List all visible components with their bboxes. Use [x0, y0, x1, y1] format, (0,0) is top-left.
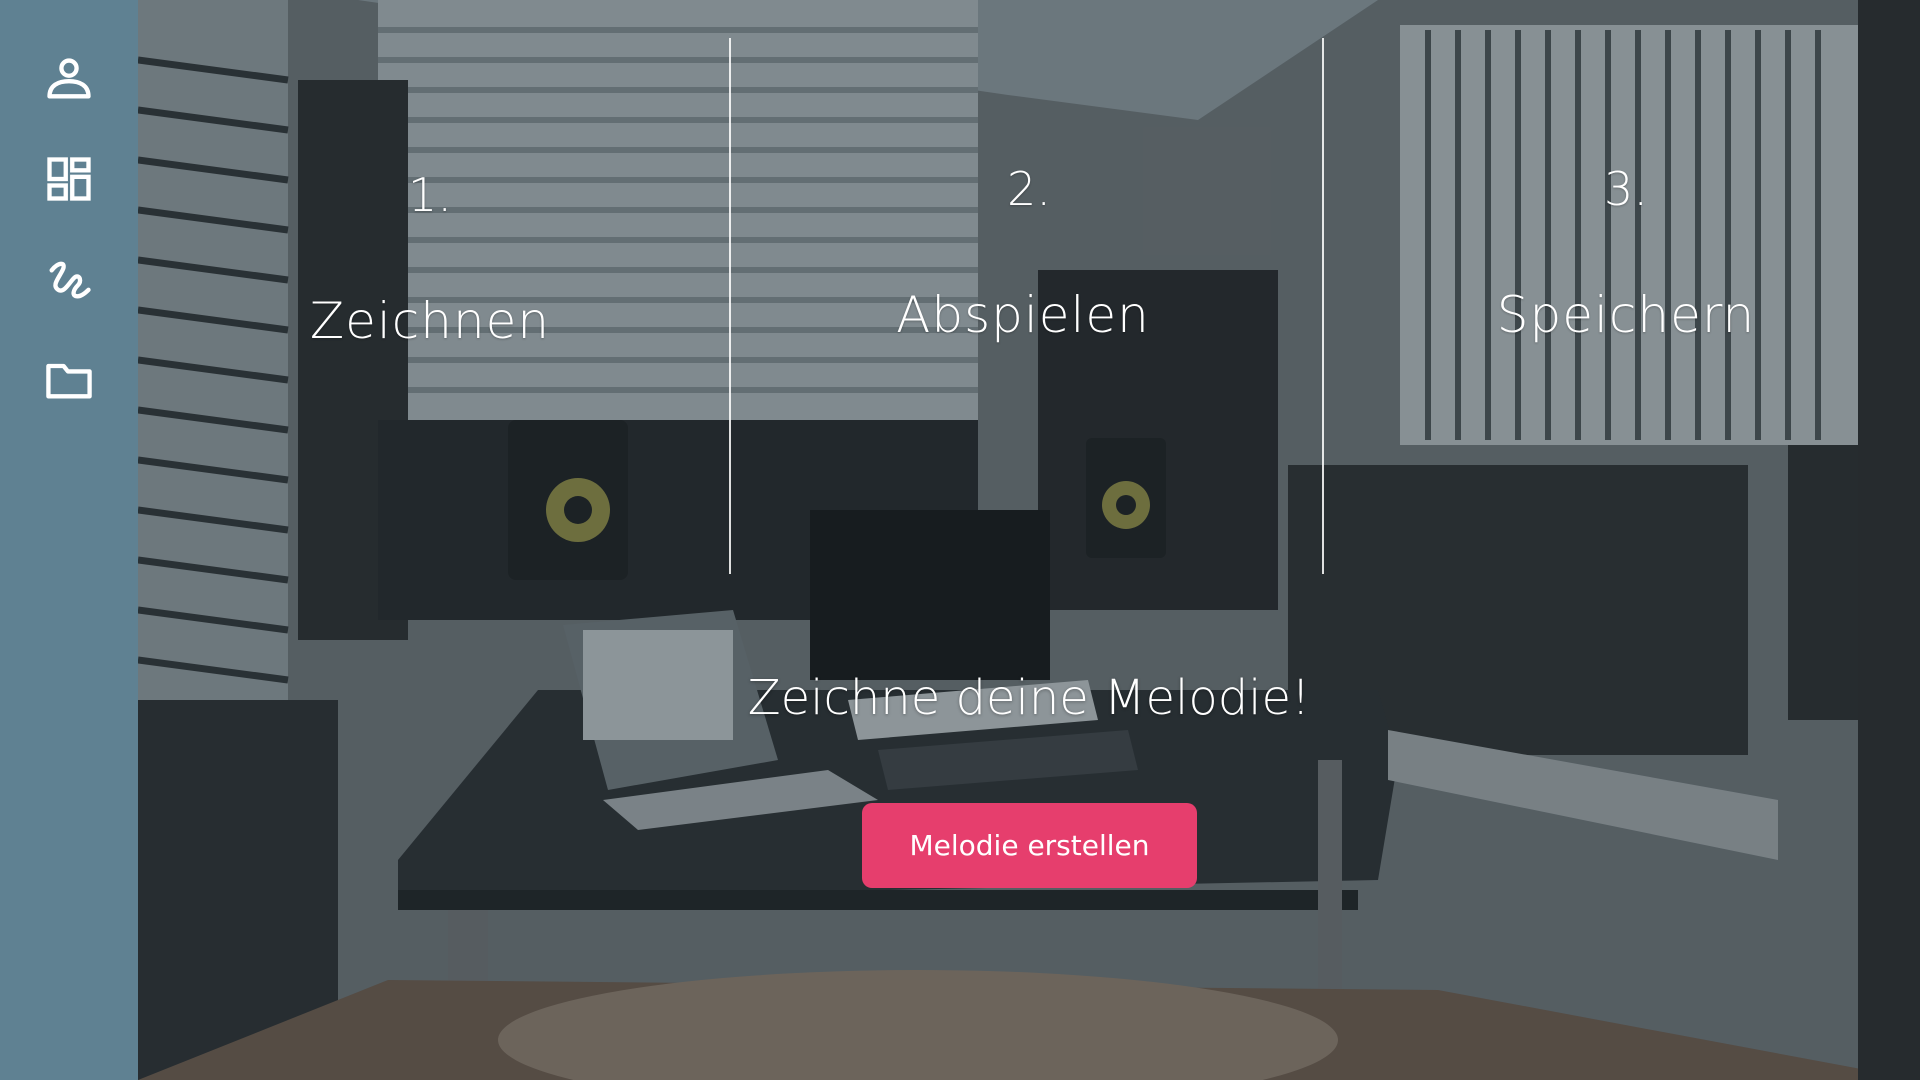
- sidebar: [0, 0, 138, 1080]
- step-divider: [1322, 38, 1324, 574]
- hero-headline: Zeichne deine Melodie!: [747, 670, 1311, 726]
- step-1-label: Zeichnen: [309, 292, 551, 350]
- sidebar-item-files[interactable]: [34, 344, 104, 414]
- step-3-number: 3.: [1604, 162, 1648, 216]
- folder-icon: [46, 363, 92, 399]
- scribble-icon: [49, 261, 91, 299]
- sidebar-item-profile[interactable]: [34, 44, 104, 114]
- user-icon: [47, 58, 91, 99]
- create-melody-button[interactable]: Melodie erstellen: [862, 803, 1197, 888]
- sidebar-item-dashboard[interactable]: [34, 144, 104, 214]
- step-1-number: 1.: [408, 168, 452, 222]
- dashboard-icon: [47, 157, 91, 201]
- sidebar-item-draw[interactable]: [34, 244, 104, 314]
- step-3-label: Speichern: [1496, 286, 1756, 344]
- step-divider: [729, 38, 731, 574]
- app-root: 1. Zeichnen 2. Abspielen 3. Speichern Ze…: [0, 0, 1920, 1080]
- step-2-number: 2.: [1007, 162, 1051, 216]
- step-2-label: Abspielen: [896, 286, 1150, 344]
